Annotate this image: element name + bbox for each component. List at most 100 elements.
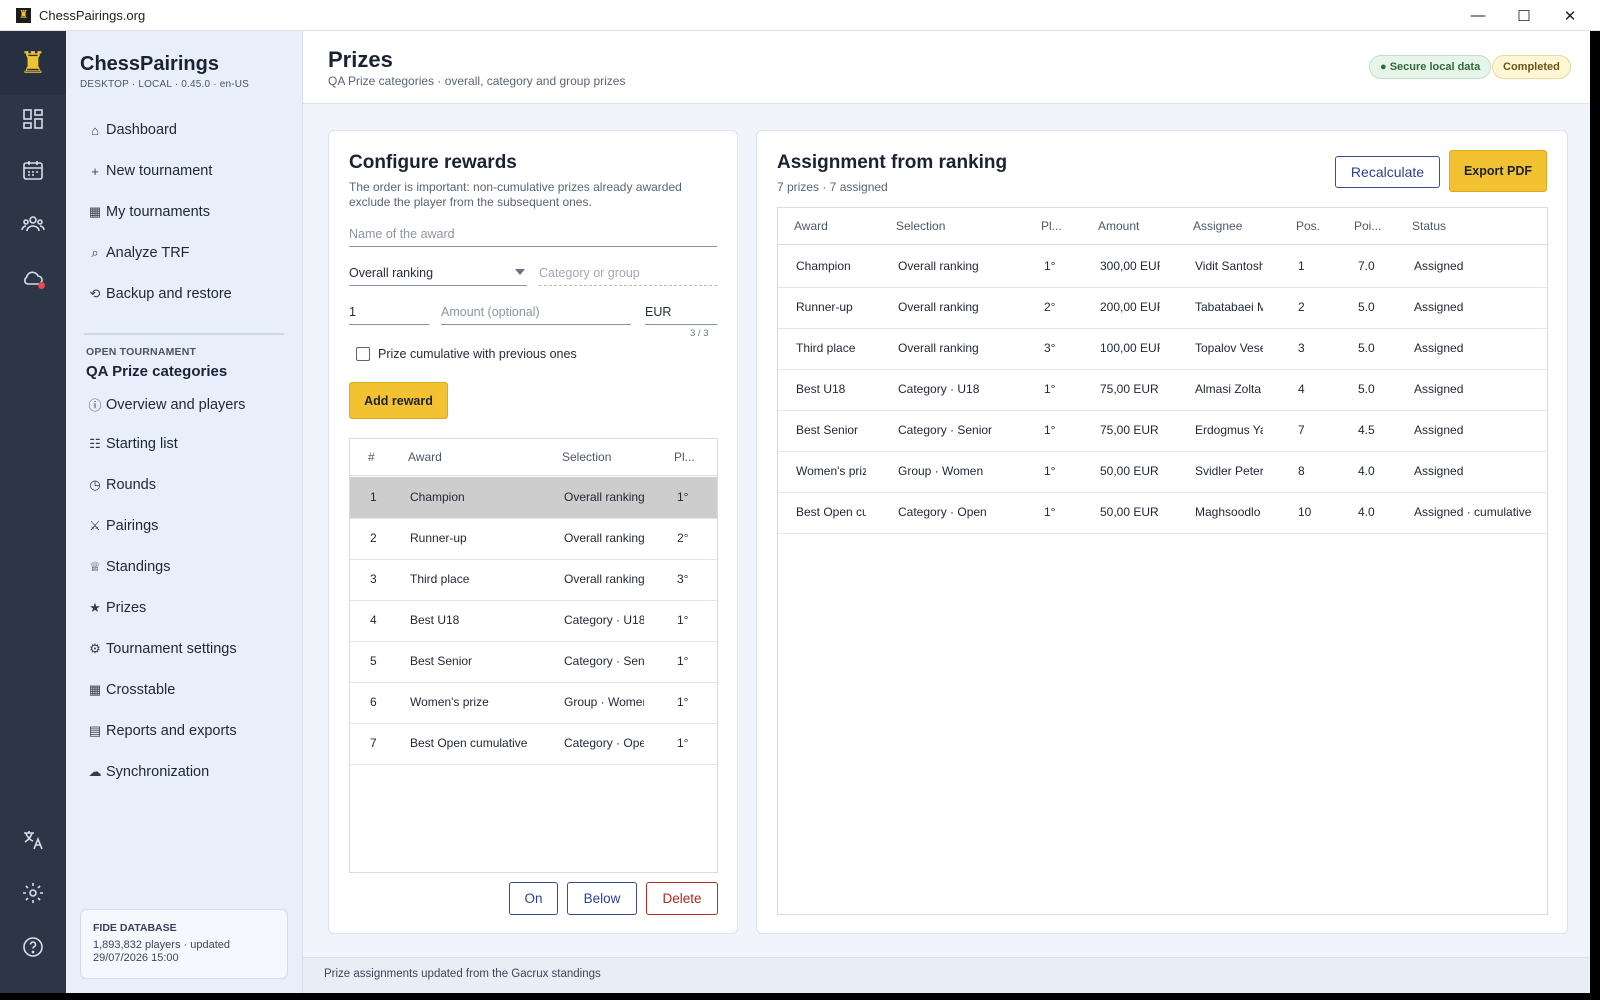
translate-icon[interactable] — [21, 828, 45, 852]
col-amount[interactable]: Amount — [1098, 219, 1139, 233]
nav-crosstable[interactable]: ▦ Crosstable — [88, 682, 175, 698]
col-position[interactable]: Pos. — [1296, 219, 1320, 233]
selection-dropdown[interactable]: Overall ranking — [349, 266, 527, 286]
nav-label: Synchronization — [106, 764, 210, 780]
app-rook-icon: ♜ — [16, 7, 31, 23]
nav-analyze-trf[interactable]: ⌕ Analyze TRF — [88, 245, 189, 261]
cell-place: 1° — [1044, 259, 1056, 273]
col-award[interactable]: Award — [408, 450, 442, 464]
nav-overview-players[interactable]: ⓘ Overview and players — [88, 395, 245, 414]
cell-points: 4.5 — [1358, 423, 1375, 437]
table-row[interactable]: 1 Champion Overall ranking 1° — [350, 477, 717, 519]
amount-input[interactable]: Amount (optional) — [441, 305, 631, 325]
rewards-table: # Award Selection Pl... 1 Champion Overa… — [349, 438, 718, 873]
nav-rounds[interactable]: ◷ Rounds — [88, 477, 156, 493]
cell-place: 3° — [1044, 341, 1056, 355]
page-subtitle: QA Prize categories · overall, category … — [328, 74, 626, 88]
nav-starting-list[interactable]: ☷ Starting list — [88, 436, 178, 452]
cell-amount: 100,00 EUR — [1100, 341, 1160, 355]
star-icon: ★ — [89, 600, 101, 615]
sync-alert-dot — [38, 282, 45, 289]
nav-label: Dashboard — [106, 122, 177, 138]
settings-gear-icon[interactable] — [21, 881, 45, 905]
col-status[interactable]: Status — [1412, 219, 1446, 233]
cell-position: 10 — [1298, 505, 1312, 519]
crown-icon: ♕ — [89, 559, 101, 574]
table-row[interactable]: Best Open cu Category · Open 1° 50,00 EU… — [778, 492, 1547, 534]
cell-status: Assigned — [1414, 259, 1464, 273]
col-assignee[interactable]: Assignee — [1193, 219, 1242, 233]
col-points[interactable]: Poi... — [1354, 219, 1381, 233]
table-row[interactable]: 4 Best U18 Category · U18 1° — [350, 600, 717, 642]
table-row[interactable]: Third place Overall ranking 3° 100,00 EU… — [778, 328, 1547, 370]
cell-selection: Overall ranking — [898, 300, 979, 314]
help-icon[interactable] — [21, 935, 45, 959]
cell-assignee: Almasi Zolta — [1195, 382, 1262, 396]
clock-icon: ◷ — [89, 477, 101, 492]
table-row[interactable]: 5 Best Senior Category · Senior 1° — [350, 641, 717, 683]
maximize-button[interactable]: ☐ — [1501, 0, 1547, 31]
cell-award: Runner-up — [796, 300, 853, 314]
window-titlebar: ♜ ChessPairings.org — ☐ ✕ — [0, 0, 1600, 31]
nav-label: Overview and players — [106, 396, 246, 413]
cell-selection: Group · Women — [898, 464, 984, 478]
cell-points: 7.0 — [1358, 259, 1375, 273]
nav-new-tournament[interactable]: + New tournament — [88, 163, 212, 179]
table-row[interactable]: Champion Overall ranking 1° 300,00 EUR V… — [778, 246, 1547, 288]
nav-standings[interactable]: ♕ Standings — [88, 559, 170, 575]
add-reward-button[interactable]: Add reward — [349, 382, 448, 419]
nav-my-tournaments[interactable]: ▦ My tournaments — [88, 204, 210, 220]
rook-logo-icon[interactable]: ♜ — [0, 31, 66, 95]
minimize-button[interactable]: — — [1455, 0, 1501, 31]
table-row[interactable]: Runner-up Overall ranking 2° 200,00 EUR … — [778, 287, 1547, 329]
table-row[interactable]: Women's priz Group · Women 1° 50,00 EUR … — [778, 451, 1547, 493]
cell-selection: Category · U18 — [898, 382, 980, 396]
delete-button[interactable]: Delete — [646, 882, 718, 915]
nav-label: Prizes — [106, 600, 147, 616]
cell-award: Runner-up — [410, 531, 467, 545]
col-selection[interactable]: Selection — [562, 450, 611, 464]
open-tournament-label: OPEN TOURNAMENT — [86, 346, 197, 358]
nav-tournament-settings[interactable]: ⚙ Tournament settings — [88, 641, 236, 657]
cumulative-checkbox[interactable] — [356, 347, 370, 361]
cell-assignee: Svidler Peter — [1195, 464, 1263, 478]
currency-input[interactable]: EUR — [645, 305, 717, 325]
table-row[interactable]: 3 Third place Overall ranking 3° — [350, 559, 717, 601]
assignment-summary: 7 prizes · 7 assigned — [777, 180, 888, 194]
category-group-input[interactable]: Category or group — [539, 266, 717, 286]
cloud-sync-icon[interactable] — [21, 266, 45, 290]
close-button[interactable]: ✕ — [1547, 0, 1593, 31]
nav-dashboard[interactable]: ⌂ Dashboard — [88, 122, 177, 138]
list-icon: ☷ — [89, 436, 101, 451]
place-input[interactable]: 1 — [349, 305, 429, 325]
col-place[interactable]: Pl... — [674, 450, 695, 464]
table-row[interactable]: Best Senior Category · Senior 1° 75,00 E… — [778, 410, 1547, 452]
move-up-button[interactable]: On — [509, 882, 558, 915]
brand-name: ChessPairings — [80, 53, 219, 75]
nav-reports-exports[interactable]: ▤ Reports and exports — [88, 723, 237, 739]
col-selection[interactable]: Selection — [896, 219, 945, 233]
recalculate-button[interactable]: Recalculate — [1335, 156, 1440, 188]
cell-selection: Category · Open — [564, 736, 644, 750]
nav-pairings[interactable]: ⚔ Pairings — [88, 518, 158, 534]
award-name-input[interactable]: Name of the award — [349, 227, 717, 247]
table-row[interactable]: 2 Runner-up Overall ranking 2° — [350, 518, 717, 560]
home-icon: ⌂ — [91, 122, 99, 138]
col-award[interactable]: Award — [794, 219, 828, 233]
col-place[interactable]: Pl... — [1041, 219, 1062, 233]
dashboard-icon[interactable] — [21, 107, 45, 131]
move-down-button[interactable]: Below — [567, 882, 637, 915]
assignment-card: Assignment from ranking 7 prizes · 7 ass… — [756, 130, 1568, 934]
cell-points: 4.0 — [1358, 505, 1375, 519]
nav-backup-restore[interactable]: ⟲ Backup and restore — [88, 286, 232, 302]
export-pdf-button[interactable]: Export PDF — [1449, 150, 1547, 192]
cell-position: 7 — [1298, 423, 1305, 437]
table-row[interactable]: 7 Best Open cumulative Category · Open 1… — [350, 723, 717, 765]
col-number[interactable]: # — [368, 450, 375, 464]
players-icon[interactable] — [21, 212, 45, 236]
nav-prizes[interactable]: ★ Prizes — [88, 600, 146, 616]
table-row[interactable]: Best U18 Category · U18 1° 75,00 EUR Alm… — [778, 369, 1547, 411]
calendar-icon[interactable] — [21, 158, 45, 182]
table-row[interactable]: 6 Women's prize Group · Women 1° — [350, 682, 717, 724]
nav-synchronization[interactable]: ☁ Synchronization — [88, 764, 210, 780]
